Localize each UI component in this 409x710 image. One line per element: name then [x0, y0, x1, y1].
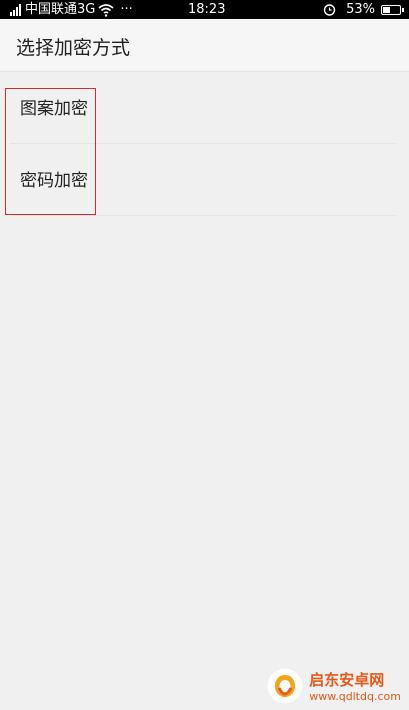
option-label: 图案加密 [20, 99, 88, 119]
option-password-lock[interactable]: 密码加密 [0, 144, 409, 216]
status-time: 18:23 [188, 2, 226, 17]
title-bar: 选择加密方式 [0, 19, 409, 72]
divider [10, 215, 395, 216]
encryption-option-list: 图案加密 密码加密 [0, 72, 409, 216]
carrier-label: 中国联通3G [25, 2, 96, 17]
battery-icon [381, 4, 404, 15]
battery-percent: 53% [346, 2, 375, 17]
status-right: 53% [323, 0, 404, 19]
watermark-url: www.qdltdq.com [309, 690, 401, 703]
wifi-icon [98, 3, 114, 17]
page-title: 选择加密方式 [16, 37, 131, 59]
watermark-logo-icon [266, 667, 304, 705]
option-pattern-lock[interactable]: 图案加密 [0, 72, 409, 144]
status-bar: 中国联通3G ··· 18:23 53% [0, 0, 409, 19]
watermark-name: 启东安卓网 [309, 671, 385, 689]
signal-icon [10, 3, 21, 16]
status-left: 中国联通3G ··· [10, 0, 133, 19]
option-label: 密码加密 [20, 171, 88, 191]
watermark: 启东安卓网 www.qdltdq.com [265, 666, 401, 706]
alarm-icon [323, 4, 336, 16]
watermark-text: 启东安卓网 www.qdltdq.com [309, 669, 401, 703]
more-notifications: ··· [120, 2, 133, 17]
battery-fill [383, 6, 390, 13]
